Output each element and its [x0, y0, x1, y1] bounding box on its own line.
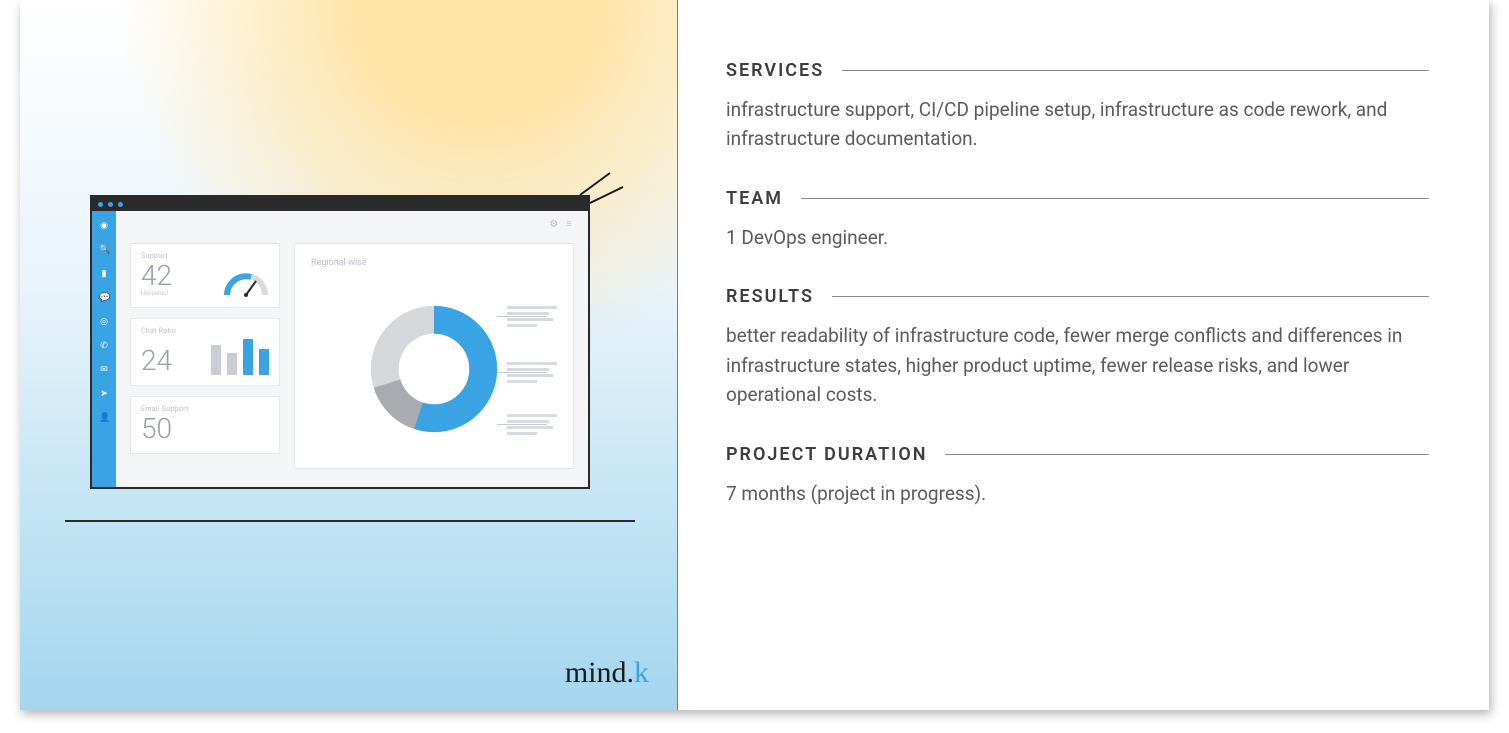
- legend-skeleton: [507, 306, 557, 327]
- tile-label: Chat Ratio: [141, 327, 269, 335]
- phone-icon: ✆: [99, 341, 109, 351]
- section-results: RESULTS better readability of infrastruc…: [726, 286, 1429, 409]
- window-actions: ⚙ ≡: [549, 219, 572, 230]
- device-stand: [65, 520, 635, 522]
- case-study-card: ◉ 🔍 ▮ 💬 ◎ ✆ ✉ ➤ 👤 ⚙ ≡: [20, 0, 1489, 710]
- legend-skeleton: [507, 362, 557, 383]
- tile-chat-ratio: Chat Ratio 24: [130, 318, 280, 386]
- mini-bar-chart: [211, 335, 269, 375]
- heading-rule: [945, 454, 1429, 455]
- tile-value: 42: [141, 262, 172, 290]
- gear-icon: ⚙: [549, 219, 558, 230]
- section-services: SERVICES infrastructure support, CI/CD p…: [726, 60, 1429, 154]
- menu-icon: ≡: [566, 219, 572, 230]
- target-icon: ◎: [99, 317, 109, 327]
- search-icon: 🔍: [99, 245, 109, 255]
- metric-tiles: Support 42 Unopened: [130, 243, 280, 469]
- mail-icon: ✉: [99, 365, 109, 375]
- tile-support: Support 42 Unopened: [130, 243, 280, 308]
- donut-chart: [369, 304, 499, 434]
- regional-chart-panel: Regional-wise: [294, 243, 574, 469]
- heading-rule: [842, 70, 1429, 71]
- section-body: infrastructure support, CI/CD pipeline s…: [726, 95, 1429, 154]
- section-heading: TEAM: [726, 188, 783, 209]
- section-body: better readability of infrastructure cod…: [726, 321, 1429, 409]
- tile-sub: Unopened: [141, 290, 172, 297]
- chart-icon: ▮: [99, 269, 109, 279]
- brand-logo: mind.k: [565, 656, 649, 690]
- section-team: TEAM 1 DevOps engineer.: [726, 188, 1429, 252]
- tile-value: 24: [141, 347, 172, 375]
- section-heading: SERVICES: [726, 60, 824, 81]
- illustration-panel: ◉ 🔍 ▮ 💬 ◎ ✆ ✉ ➤ 👤 ⚙ ≡: [20, 0, 677, 710]
- legend-skeleton: [507, 414, 557, 435]
- tile-value: 50: [141, 415, 269, 443]
- section-body: 7 months (project in progress).: [726, 479, 1429, 508]
- section-body: 1 DevOps engineer.: [726, 223, 1429, 252]
- details-panel: SERVICES infrastructure support, CI/CD p…: [678, 0, 1489, 710]
- app-sidebar: ◉ 🔍 ▮ 💬 ◎ ✆ ✉ ➤ 👤: [92, 211, 116, 487]
- gauge-icon: [223, 271, 269, 297]
- dashboard-icon: ◉: [99, 221, 109, 231]
- section-heading: RESULTS: [726, 286, 814, 307]
- section-duration: PROJECT DURATION 7 months (project in pr…: [726, 444, 1429, 508]
- app-window: ◉ 🔍 ▮ 💬 ◎ ✆ ✉ ➤ 👤 ⚙ ≡: [90, 195, 590, 489]
- heading-rule: [801, 198, 1429, 199]
- user-icon: 👤: [99, 413, 109, 423]
- send-icon: ➤: [99, 389, 109, 399]
- chat-icon: 💬: [99, 293, 109, 303]
- section-heading: PROJECT DURATION: [726, 444, 927, 465]
- chart-title: Regional-wise: [311, 258, 557, 268]
- tile-email-support: Email Support 50: [130, 396, 280, 454]
- device-mockup: ◉ 🔍 ▮ 💬 ◎ ✆ ✉ ➤ 👤 ⚙ ≡: [90, 195, 600, 489]
- window-titlebar: [92, 197, 588, 211]
- heading-rule: [832, 296, 1429, 297]
